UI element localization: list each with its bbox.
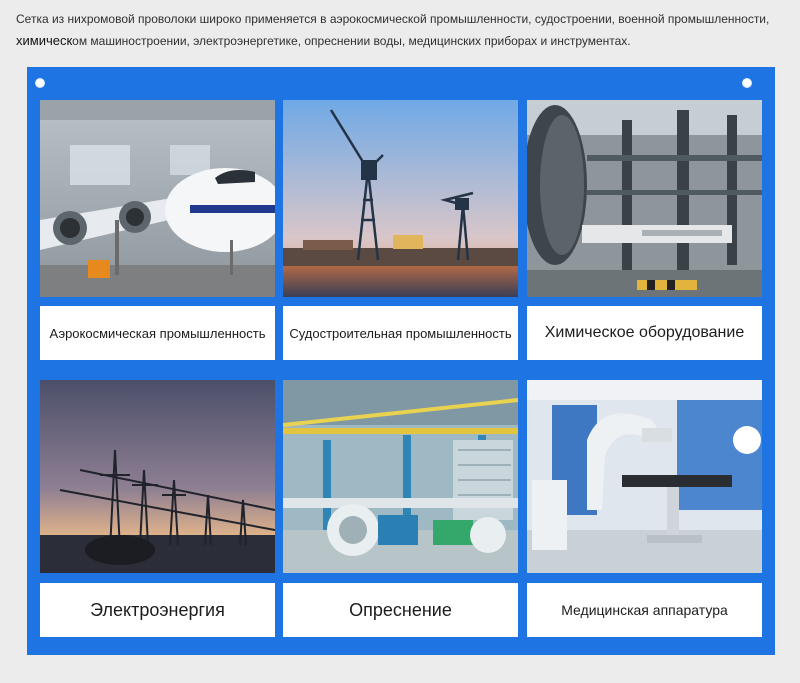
caption-chemical: Химическое оборудование (527, 306, 762, 360)
intro-line-2-lead: химическ (16, 33, 73, 48)
intro-line-2: химическом машиностроении, электроэнерге… (16, 30, 786, 52)
aircraft-hangar-photo (40, 100, 275, 297)
medical-equipment-photo (527, 380, 762, 573)
caption-desalination: Опреснение (283, 583, 518, 637)
desalination-plant-photo (283, 380, 518, 573)
applications-panel: Аэрокосмическая промышленность Судострои… (27, 67, 775, 655)
right-pin-icon (743, 79, 751, 87)
caption-shipbuilding: Судостроительная промышленность (283, 306, 518, 360)
caption-medical: Медицинская аппаратура (527, 583, 762, 637)
power-substation-photo (40, 380, 275, 573)
caption-power: Электроэнергия (40, 583, 275, 637)
shipyard-cranes-photo (283, 100, 518, 297)
intro-text: Сетка из нихромовой проволоки широко при… (16, 8, 786, 52)
intro-line-1: Сетка из нихромовой проволоки широко при… (16, 12, 770, 26)
intro-line-2-rest: ом машиностроении, электроэнергетике, оп… (72, 34, 631, 48)
caption-aerospace: Аэрокосмическая промышленность (40, 306, 275, 360)
left-pin-icon (36, 79, 44, 87)
chemical-plant-photo (527, 100, 762, 297)
